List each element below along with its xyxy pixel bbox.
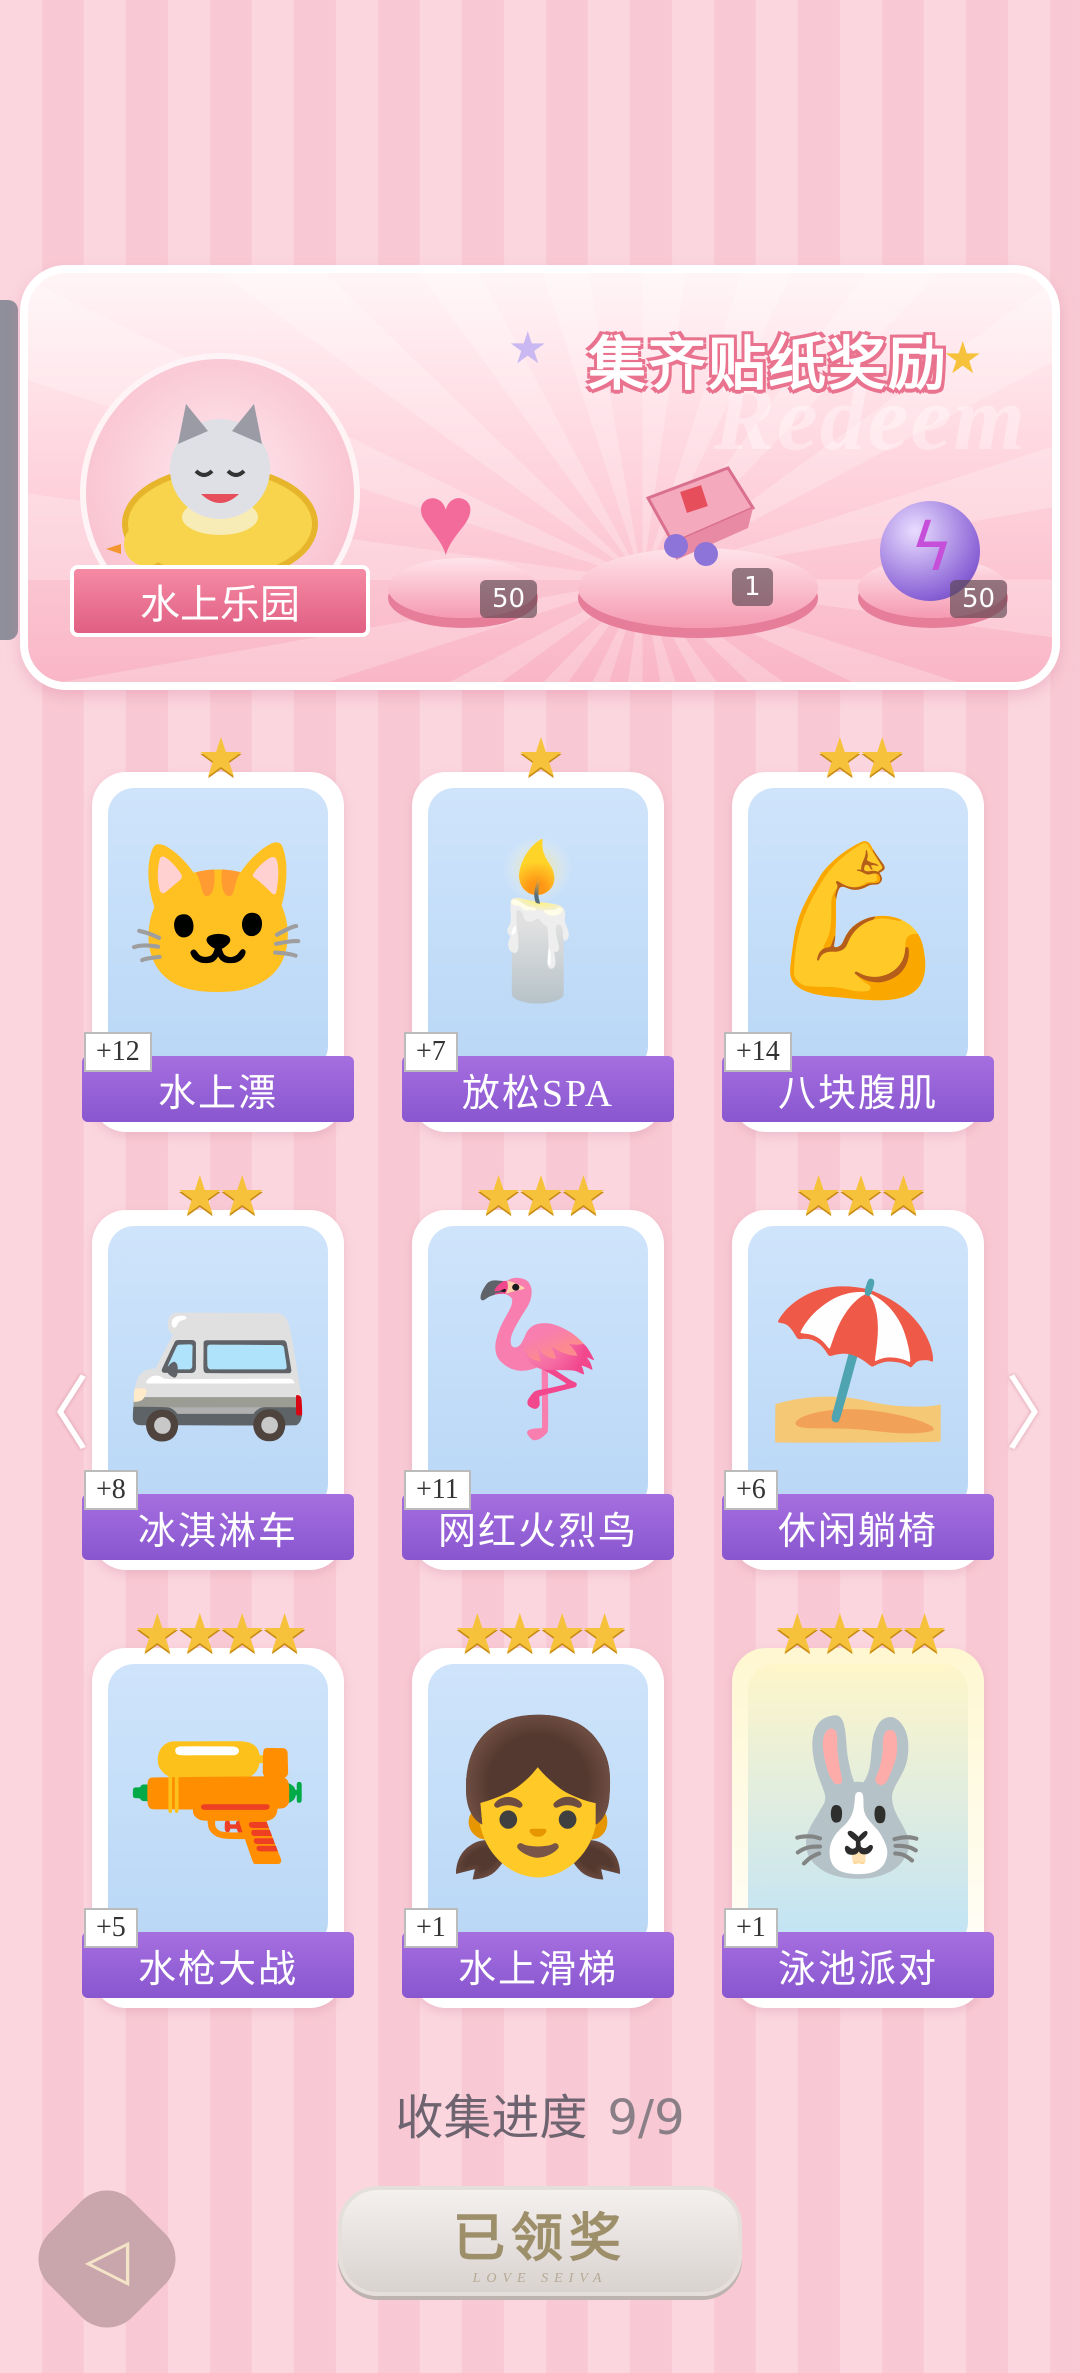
- sticker-count: +1: [404, 1908, 458, 1948]
- back-arrow-icon: ◁: [84, 2225, 130, 2293]
- star-rating: ★★★: [794, 1166, 927, 1226]
- sticker-card[interactable]: ★★★★ 🐰 泳池派对 +1: [722, 1604, 994, 2008]
- star-rating: ★★★: [474, 1166, 607, 1226]
- progress-label: 收集进度: [395, 2090, 588, 2146]
- sticker-count: +12: [84, 1032, 152, 1072]
- sticker-count: +11: [404, 1470, 471, 1510]
- sticker-count: +8: [84, 1470, 138, 1510]
- gift-box-icon: [645, 466, 756, 566]
- sticker-art: 💪: [748, 788, 968, 1072]
- sticker-art: 🕯️: [428, 788, 648, 1072]
- water-gun-icon: 🔫: [124, 1715, 312, 1882]
- claimed-button[interactable]: 已领奖 LOVE SEIVA: [338, 2186, 742, 2296]
- sticker-card[interactable]: ★★ 💪 八块腹肌 +14: [722, 728, 994, 1132]
- next-page-arrow-icon[interactable]: 〉: [1005, 1350, 1080, 1466]
- sticker-art: ⛱️: [748, 1226, 968, 1510]
- theme-label: 水上乐园: [70, 565, 370, 637]
- star-rating: ★★★★: [133, 1604, 309, 1664]
- sticker-card[interactable]: ★★★ ⛱️ 休闲躺椅 +6: [722, 1166, 994, 1570]
- sticker-art: 🔫: [108, 1664, 328, 1948]
- star-rating: ★★: [815, 728, 907, 788]
- sticker-count: +14: [724, 1032, 792, 1072]
- reward-banner: Redeem ★ ★ 集齐贴纸奖励 水上乐园 ♥ 50 1 ϟ 50: [20, 265, 1060, 690]
- star-rating: ★: [196, 728, 245, 788]
- pink-heart-gem-icon: ♥: [416, 465, 476, 576]
- sticker-art: 🚐: [108, 1226, 328, 1510]
- sticker-card[interactable]: ★ 🕯️ 放松SPA +7: [402, 728, 674, 1132]
- star-decoration-icon: ★: [508, 324, 548, 373]
- cat-float-icon: 🐱: [124, 839, 312, 1006]
- sticker-card[interactable]: ★★★★ 👧 水上滑梯 +1: [402, 1604, 674, 2008]
- water-slide-girl-icon: 👧: [444, 1715, 632, 1882]
- progress-value: 9/9: [607, 2090, 685, 2146]
- side-tab[interactable]: [0, 300, 18, 640]
- sticker-count: +7: [404, 1032, 458, 1072]
- reward-count: 50: [950, 580, 1008, 618]
- reward-count: 50: [480, 580, 538, 618]
- star-rating: ★★: [175, 1166, 267, 1226]
- star-rating: ★★★★: [773, 1604, 949, 1664]
- sticker-count: +1: [724, 1908, 778, 1948]
- sticker-card[interactable]: ★★ 🚐 冰淇淋车 +8: [82, 1166, 354, 1570]
- ice-cream-truck-icon: 🚐: [124, 1277, 312, 1444]
- sticker-art: 👧: [428, 1664, 648, 1948]
- sticker-art: 🐰: [748, 1664, 968, 1948]
- sticker-art: 🦩: [428, 1226, 648, 1510]
- bunny-pool-icon: 🐰: [764, 1715, 952, 1882]
- collection-progress: 收集进度 9/9: [0, 2078, 1080, 2148]
- claimed-button-label: 已领奖: [452, 2208, 627, 2269]
- star-rating: ★★★★: [453, 1604, 629, 1664]
- flamingo-icon: 🦩: [444, 1277, 632, 1444]
- sticker-count: +6: [724, 1470, 778, 1510]
- beach-chair-icon: ⛱️: [764, 1277, 952, 1444]
- star-decoration-icon: ★: [943, 334, 983, 383]
- candle-icon: 🕯️: [444, 839, 632, 1006]
- sticker-card[interactable]: ★ 🐱 水上漂 +12: [82, 728, 354, 1132]
- sticker-card[interactable]: ★★★ 🦩 网红火烈鸟 +11: [402, 1166, 674, 1570]
- prev-page-arrow-icon[interactable]: 〈: [10, 1350, 90, 1466]
- muscle-cat-icon: 💪: [764, 839, 952, 1006]
- sticker-card[interactable]: ★★★★ 🔫 水枪大战 +5: [82, 1604, 354, 2008]
- back-button[interactable]: ◁: [23, 2175, 191, 2343]
- claimed-button-sub: LOVE SEIVA: [472, 2270, 608, 2286]
- star-rating: ★: [516, 728, 565, 788]
- sticker-count: +5: [84, 1908, 138, 1948]
- reward-count: 1: [732, 568, 773, 606]
- banner-title: 集齐贴纸奖励: [588, 330, 949, 398]
- sticker-art: 🐱: [108, 788, 328, 1072]
